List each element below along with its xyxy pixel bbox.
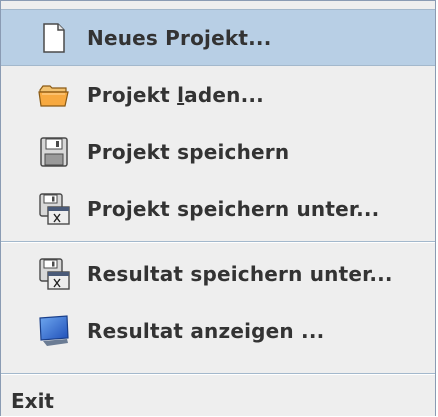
- menu-item-label: Resultat speichern unter...: [87, 261, 393, 286]
- floppy-save-as-icon: [39, 257, 70, 290]
- menu-item-label: Projekt laden...: [87, 82, 264, 107]
- menu-item-show-result[interactable]: Resultat anzeigen ...: [1, 302, 435, 359]
- file-menu: Neues Projekt... Projekt laden... Projek…: [0, 0, 436, 416]
- open-folder-icon: [38, 84, 69, 107]
- menu-item-save-result-as[interactable]: Resultat speichern unter...: [1, 245, 435, 302]
- monitor-icon: [39, 314, 69, 346]
- menu-item-label: Exit: [11, 389, 54, 413]
- menu-item-save-project-as[interactable]: Projekt speichern unter...: [1, 180, 435, 237]
- menu-item-label: Projekt speichern: [87, 139, 290, 164]
- new-document-icon: [43, 22, 65, 53]
- menu-item-load-project[interactable]: Projekt laden...: [1, 66, 435, 123]
- menu-separator: [1, 241, 435, 243]
- menu-item-label: Neues Projekt...: [87, 25, 272, 50]
- menu-item-label: Projekt speichern unter...: [87, 196, 380, 221]
- menu-item-new-project[interactable]: Neues Projekt...: [1, 9, 435, 66]
- floppy-save-as-icon: [39, 192, 70, 225]
- menu-item-label: Resultat anzeigen ...: [87, 318, 325, 343]
- menu-item-save-project[interactable]: Projekt speichern: [1, 123, 435, 180]
- floppy-disk-icon: [40, 136, 68, 167]
- menu-separator: [1, 373, 435, 375]
- menu-item-exit[interactable]: Exit: [1, 385, 435, 417]
